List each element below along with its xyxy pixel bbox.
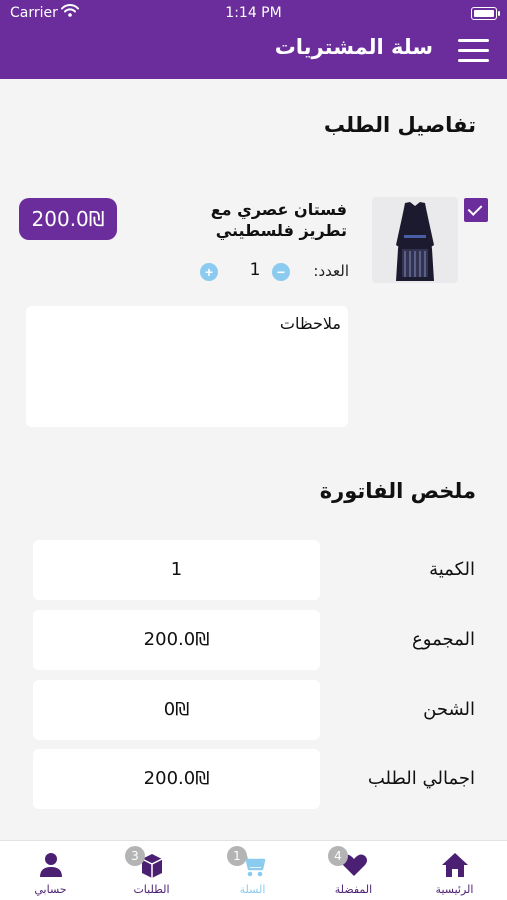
tab-home-label: الرئيسية <box>435 883 474 896</box>
product-image <box>372 197 458 283</box>
invoice-row-label: المجموع <box>412 629 475 650</box>
tab-favorites-label: المفضلة <box>334 883 373 896</box>
favorites-badge: 4 <box>328 846 348 866</box>
quantity-label: العدد: <box>313 262 349 280</box>
tab-home[interactable]: الرئيسية <box>404 841 505 900</box>
decrease-quantity-button[interactable]: − <box>272 263 290 281</box>
invoice-row-label: اجمالي الطلب <box>367 768 475 789</box>
tab-orders[interactable]: 3 الطلبات <box>101 841 202 900</box>
user-icon <box>40 853 62 877</box>
app-header: Carrier 1:14 PM سلة المشتريات <box>0 0 507 79</box>
tab-cart-label: السلة <box>239 883 266 896</box>
invoice-row-label: الشحن <box>423 699 475 720</box>
page-title: سلة المشتريات <box>274 35 433 59</box>
hamburger-menu-icon[interactable] <box>458 39 489 62</box>
orders-badge: 3 <box>125 846 145 866</box>
invoice-row-value: 1 <box>33 540 320 600</box>
tab-orders-label: الطلبات <box>133 883 170 896</box>
tab-cart[interactable]: 1 السلة <box>202 841 303 900</box>
order-details-title: تفاصيل الطلب <box>323 113 476 137</box>
invoice-row-value: 200.0₪ <box>33 610 320 670</box>
increase-quantity-button[interactable]: + <box>200 263 218 281</box>
invoice-summary-title: ملخص الفاتورة <box>319 479 476 503</box>
bottom-tab-bar: حسابي 3 الطلبات 1 السلة 4 المفضلة الرئيس… <box>0 840 507 900</box>
product-name: فستان عصري مع تطريز فلسطيني <box>210 200 347 240</box>
tab-account-label: حسابي <box>34 883 67 896</box>
quantity-value: 1 <box>249 260 261 280</box>
battery-icon <box>471 7 500 20</box>
notes-field[interactable] <box>26 306 348 427</box>
tab-account[interactable]: حسابي <box>0 841 101 900</box>
cart-badge: 1 <box>227 846 247 866</box>
tab-favorites[interactable]: 4 المفضلة <box>303 841 404 900</box>
invoice-row-value: 0₪ <box>33 680 320 740</box>
invoice-row-value: 200.0₪ <box>33 749 320 809</box>
status-time: 1:14 PM <box>225 5 282 21</box>
item-price-badge: 200.0₪ <box>19 198 117 240</box>
invoice-row-label: الكمية <box>429 559 475 580</box>
home-icon <box>442 853 468 877</box>
item-select-checkbox[interactable] <box>464 198 488 222</box>
